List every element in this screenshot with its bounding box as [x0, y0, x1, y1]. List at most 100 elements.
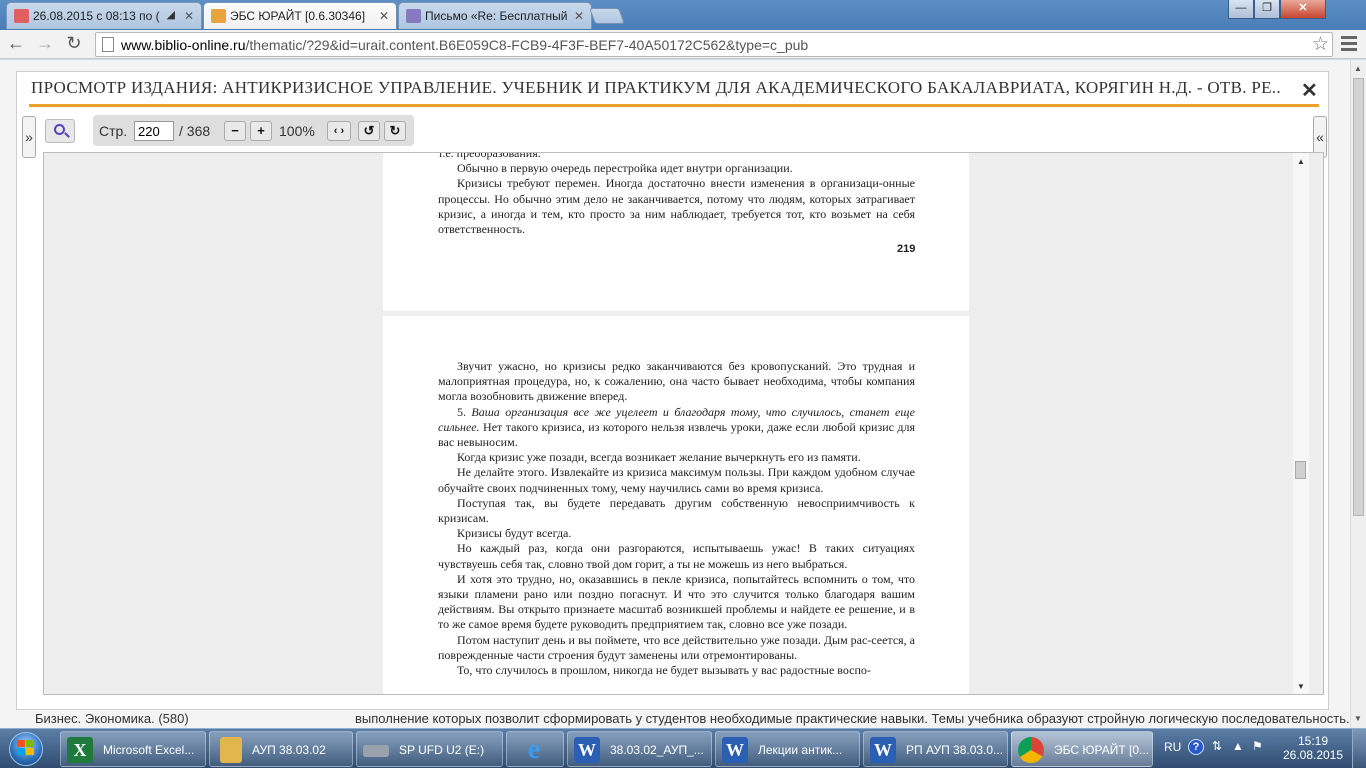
folder-icon	[220, 737, 242, 763]
zoom-level: 100%	[279, 123, 315, 139]
list-number: 5.	[457, 404, 472, 419]
text-paragraph: Когда кризис уже позади, всегда возникае…	[457, 450, 861, 465]
reload-icon[interactable]: ↻	[62, 33, 86, 55]
rotate-right-button[interactable]: ↻	[384, 121, 406, 141]
browser-tab-schedule[interactable]: 26.08.2015 с 08:13 по ( ◢ ✕	[6, 2, 202, 29]
document-scrollbar-thumb[interactable]	[1295, 461, 1306, 479]
tab-favicon-icon	[14, 9, 29, 23]
speaker-icon[interactable]: ◢	[167, 8, 175, 21]
text-paragraph: Обычно в первую очередь перестройка идет…	[457, 161, 793, 176]
browser-tab-strip: 26.08.2015 с 08:13 по ( ◢ ✕ ЭБС ЮРАЙТ [0…	[0, 0, 1366, 30]
network-icon[interactable]: ⇅	[1212, 739, 1222, 753]
page-220-text: Звучит ужасно, но кризисы редко заканчив…	[438, 359, 915, 678]
book-description: выполнение которых позволит сформировать…	[355, 711, 1362, 726]
flag-icon[interactable]: ⚑	[1252, 739, 1263, 753]
word-icon: W	[722, 737, 748, 763]
taskbar-word-doc-3[interactable]: W РП АУП 38.03.0...	[863, 731, 1008, 767]
taskbar-excel[interactable]: X Microsoft Excel...	[60, 731, 206, 767]
text-paragraph: Но каждый раз, когда они разгораются, ис…	[438, 541, 915, 571]
usb-drive-icon	[363, 745, 389, 757]
document-viewer[interactable]: т.е. преобразования. Обычно в первую оче…	[43, 152, 1324, 695]
zoom-in-icon: +	[257, 123, 265, 138]
url-path: /thematic/?29&id=urait.content.B6E059C8-…	[245, 37, 809, 53]
rotate-left-button[interactable]: ↺	[358, 121, 380, 141]
modal-close-button[interactable]: ✕	[1301, 78, 1318, 103]
page-number-input[interactable]	[134, 121, 174, 141]
taskbar-chrome[interactable]: ЭБС ЮРАЙТ [0...	[1011, 731, 1153, 767]
scroll-down-icon[interactable]: ▼	[1297, 682, 1305, 691]
chrome-menu-icon[interactable]	[1341, 36, 1357, 52]
zoom-out-button[interactable]: −	[224, 121, 246, 141]
page-scrollbar-thumb[interactable]	[1353, 78, 1364, 516]
page-label: Стр.	[99, 123, 128, 139]
taskbar-internet-explorer[interactable]: e	[506, 731, 564, 767]
tab-title: 26.08.2015 с 08:13 по (	[33, 9, 160, 23]
show-desktop-button[interactable]	[1352, 729, 1366, 768]
close-window-button[interactable]: ✕	[1280, 0, 1326, 19]
browser-tab-urait[interactable]: ЭБС ЮРАЙТ [0.6.30346] ✕	[203, 2, 397, 29]
fit-width-button[interactable]: ‹ ›	[327, 121, 351, 141]
tab-title: ЭБС ЮРАЙТ [0.6.30346]	[230, 9, 366, 23]
page-scrollbar[interactable]: ▲ ▼	[1350, 60, 1366, 728]
search-icon-handle	[64, 132, 70, 138]
taskbar-word-doc-2[interactable]: W Лекции антик...	[715, 731, 860, 767]
help-icon[interactable]: ?	[1188, 739, 1204, 755]
url-text[interactable]: www.biblio-online.ru/thematic/?29&id=ura…	[121, 37, 808, 53]
left-panel-toggle[interactable]: »	[22, 116, 36, 158]
address-bar[interactable]: www.biblio-online.ru/thematic/?29&id=ura…	[95, 32, 1333, 57]
tab-close-icon[interactable]: ✕	[379, 9, 389, 23]
text-paragraph: Звучит ужасно, но кризисы редко заканчив…	[438, 359, 915, 404]
zoom-out-icon: −	[231, 123, 239, 138]
document-page-219: т.е. преобразования. Обычно в первую оче…	[383, 152, 969, 311]
rotate-right-icon: ↻	[389, 123, 401, 138]
bookmark-star-icon[interactable]: ☆	[1312, 33, 1329, 56]
paragraph-rest: Нет такого кризиса, из которого нельзя и…	[438, 419, 915, 450]
taskbar-label: АУП 38.03.02	[252, 743, 326, 757]
taskbar-usb-drive[interactable]: SP UFD U2 (E:)	[356, 731, 503, 767]
clock-date: 26.08.2015	[1282, 748, 1344, 762]
text-paragraph: Потом наступит день и вы поймете, что вс…	[438, 632, 915, 662]
clock-time: 15:19	[1297, 734, 1329, 748]
internet-explorer-icon: e	[527, 734, 541, 765]
taskbar-label: 38.03.02_АУП_...	[610, 743, 704, 757]
text-line: т.е. преобразования.	[438, 152, 541, 160]
clock[interactable]: 15:19 26.08.2015	[1282, 734, 1344, 762]
taskbar-word-doc-1[interactable]: W 38.03.02_АУП_...	[567, 731, 712, 767]
scroll-down-icon[interactable]: ▼	[1354, 714, 1362, 723]
urait-favicon-icon	[211, 9, 226, 23]
taskbar-folder[interactable]: АУП 38.03.02	[209, 731, 353, 767]
taskbar-label: ЭБС ЮРАЙТ [0...	[1054, 743, 1149, 757]
back-arrow-icon[interactable]: ←	[4, 33, 28, 55]
scroll-up-icon[interactable]: ▲	[1354, 64, 1362, 73]
minimize-button[interactable]: —	[1228, 0, 1254, 19]
title-divider	[29, 104, 1319, 107]
text-paragraph: То, что случилось в прошлом, никогда не …	[457, 663, 871, 678]
scroll-up-icon[interactable]: ▲	[1297, 157, 1305, 166]
text-paragraph: 5. Ваша организация все же уцелеет и бла…	[438, 405, 915, 451]
text-paragraph: Кризисы будут всегда.	[457, 526, 572, 541]
forward-arrow-icon[interactable]: →	[33, 33, 57, 55]
chrome-icon	[1018, 737, 1044, 763]
tab-close-icon[interactable]: ✕	[184, 9, 194, 23]
zoom-in-button[interactable]: +	[250, 121, 272, 141]
word-icon: W	[870, 737, 896, 763]
new-tab-button[interactable]	[589, 8, 625, 24]
tab-close-icon[interactable]: ✕	[574, 9, 584, 23]
start-button[interactable]	[2, 730, 50, 768]
fit-width-icon: ‹ ›	[333, 125, 345, 137]
category-link[interactable]: Бизнес. Экономика. (580)	[35, 711, 189, 726]
modal-title: ПРОСМОТР ИЗДАНИЯ: АНТИКРИЗИСНОЕ УПРАВЛЕН…	[31, 78, 1281, 97]
taskbar-label: SP UFD U2 (E:)	[399, 743, 485, 757]
browser-tab-mail[interactable]: Письмо «Re: Бесплатный ✕	[398, 2, 592, 29]
document-scrollbar[interactable]: ▲ ▼	[1293, 153, 1309, 694]
total-pages: / 368	[179, 123, 211, 139]
excel-icon: X	[67, 737, 93, 763]
taskbar-label: Microsoft Excel...	[103, 743, 195, 757]
rotate-left-icon: ↺	[363, 123, 375, 138]
restore-button[interactable]: ❐	[1254, 0, 1280, 19]
search-button[interactable]	[45, 119, 75, 143]
text-paragraph: Кризисы требуют перемен. Иногда достаточ…	[438, 176, 915, 237]
show-hidden-icons-icon[interactable]: ▲	[1232, 739, 1244, 753]
language-indicator[interactable]: RU	[1164, 740, 1181, 754]
system-tray: RU ? ⇅ ▲ ⚑ 15:19 26.08.2015	[1156, 730, 1366, 768]
